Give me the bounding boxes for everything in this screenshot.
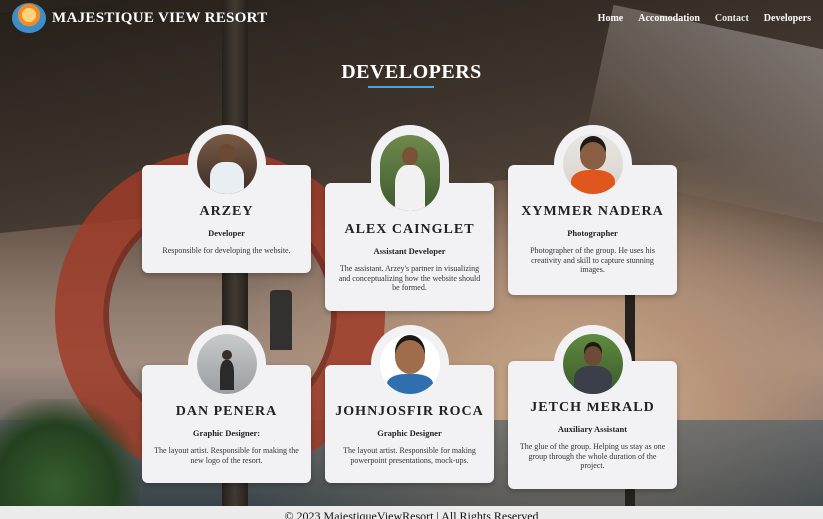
brand-name[interactable]: MAJESTIQUE VIEW RESORT bbox=[52, 10, 268, 27]
title-underline bbox=[368, 86, 434, 88]
developer-role: Graphic Designer bbox=[377, 428, 442, 438]
section-title: DEVELOPERS bbox=[341, 61, 482, 83]
avatar-frame bbox=[553, 325, 632, 403]
developer-role: Auxiliary Assistant bbox=[557, 424, 628, 434]
avatar-frame bbox=[553, 125, 632, 203]
avatar bbox=[379, 135, 440, 211]
nav-contact[interactable]: Contact bbox=[715, 13, 749, 24]
developer-description: The glue of the group. Helping us stay a… bbox=[519, 442, 666, 471]
avatar bbox=[196, 134, 257, 194]
developer-role: Photographer bbox=[567, 228, 618, 238]
developer-description: The assistant. Arzey's partner in visual… bbox=[338, 264, 481, 293]
developer-card-dan: DAN PENERA Graphic Designer: The layout … bbox=[142, 325, 311, 483]
developer-description: The layout artist. Responsible for makin… bbox=[154, 446, 299, 465]
avatar-frame bbox=[187, 125, 266, 203]
nav-home[interactable]: Home bbox=[598, 13, 624, 24]
avatar bbox=[379, 334, 440, 394]
developer-card-xymmer: XYMMER NADERA Photographer Photographer … bbox=[508, 125, 677, 295]
resort-logo[interactable] bbox=[12, 3, 46, 33]
nav-accomodation[interactable]: Accomodation bbox=[638, 13, 700, 24]
avatar bbox=[562, 134, 623, 194]
copyright-text: © 2023 MajestiqueViewResort | All Rights… bbox=[284, 509, 539, 519]
developer-name: ARZEY bbox=[199, 204, 254, 219]
developer-name: DAN PENERA bbox=[175, 404, 278, 419]
developer-card-johnjosfir: JOHNJOSFIR ROCA Graphic Designer The lay… bbox=[325, 325, 494, 483]
developer-name: JOHNJOSFIR ROCA bbox=[335, 404, 484, 419]
developer-description: The layout artist. Responsible for makin… bbox=[343, 446, 476, 465]
developer-card-alex: ALEX CAINGLET Assistant Developer The as… bbox=[325, 125, 494, 311]
developer-name: XYMMER NADERA bbox=[521, 204, 664, 219]
main-nav: Home Accomodation Contact Developers bbox=[598, 13, 811, 24]
developer-name: ALEX CAINGLET bbox=[344, 222, 475, 237]
developer-role: Assistant Developer bbox=[373, 246, 446, 256]
avatar bbox=[196, 334, 257, 394]
developer-role: Developer bbox=[208, 228, 245, 238]
site-header: MAJESTIQUE VIEW RESORT Home Accomodation… bbox=[0, 0, 823, 36]
site-footer: © 2023 MajestiqueViewResort | All Rights… bbox=[0, 506, 823, 519]
nav-developers[interactable]: Developers bbox=[764, 13, 811, 24]
avatar bbox=[562, 334, 623, 394]
avatar-frame bbox=[370, 125, 449, 221]
developer-description: Responsible for developing the website. bbox=[162, 246, 291, 255]
developer-card-arzey: ARZEY Developer Responsible for developi… bbox=[142, 125, 311, 273]
avatar-frame bbox=[187, 325, 266, 403]
developer-description: Photographer of the group. He uses his c… bbox=[530, 246, 655, 275]
avatar-frame bbox=[370, 325, 449, 403]
developer-card-jetch: JETCH MERALD Auxiliary Assistant The glu… bbox=[508, 325, 677, 489]
developer-role: Graphic Designer: bbox=[192, 428, 261, 438]
